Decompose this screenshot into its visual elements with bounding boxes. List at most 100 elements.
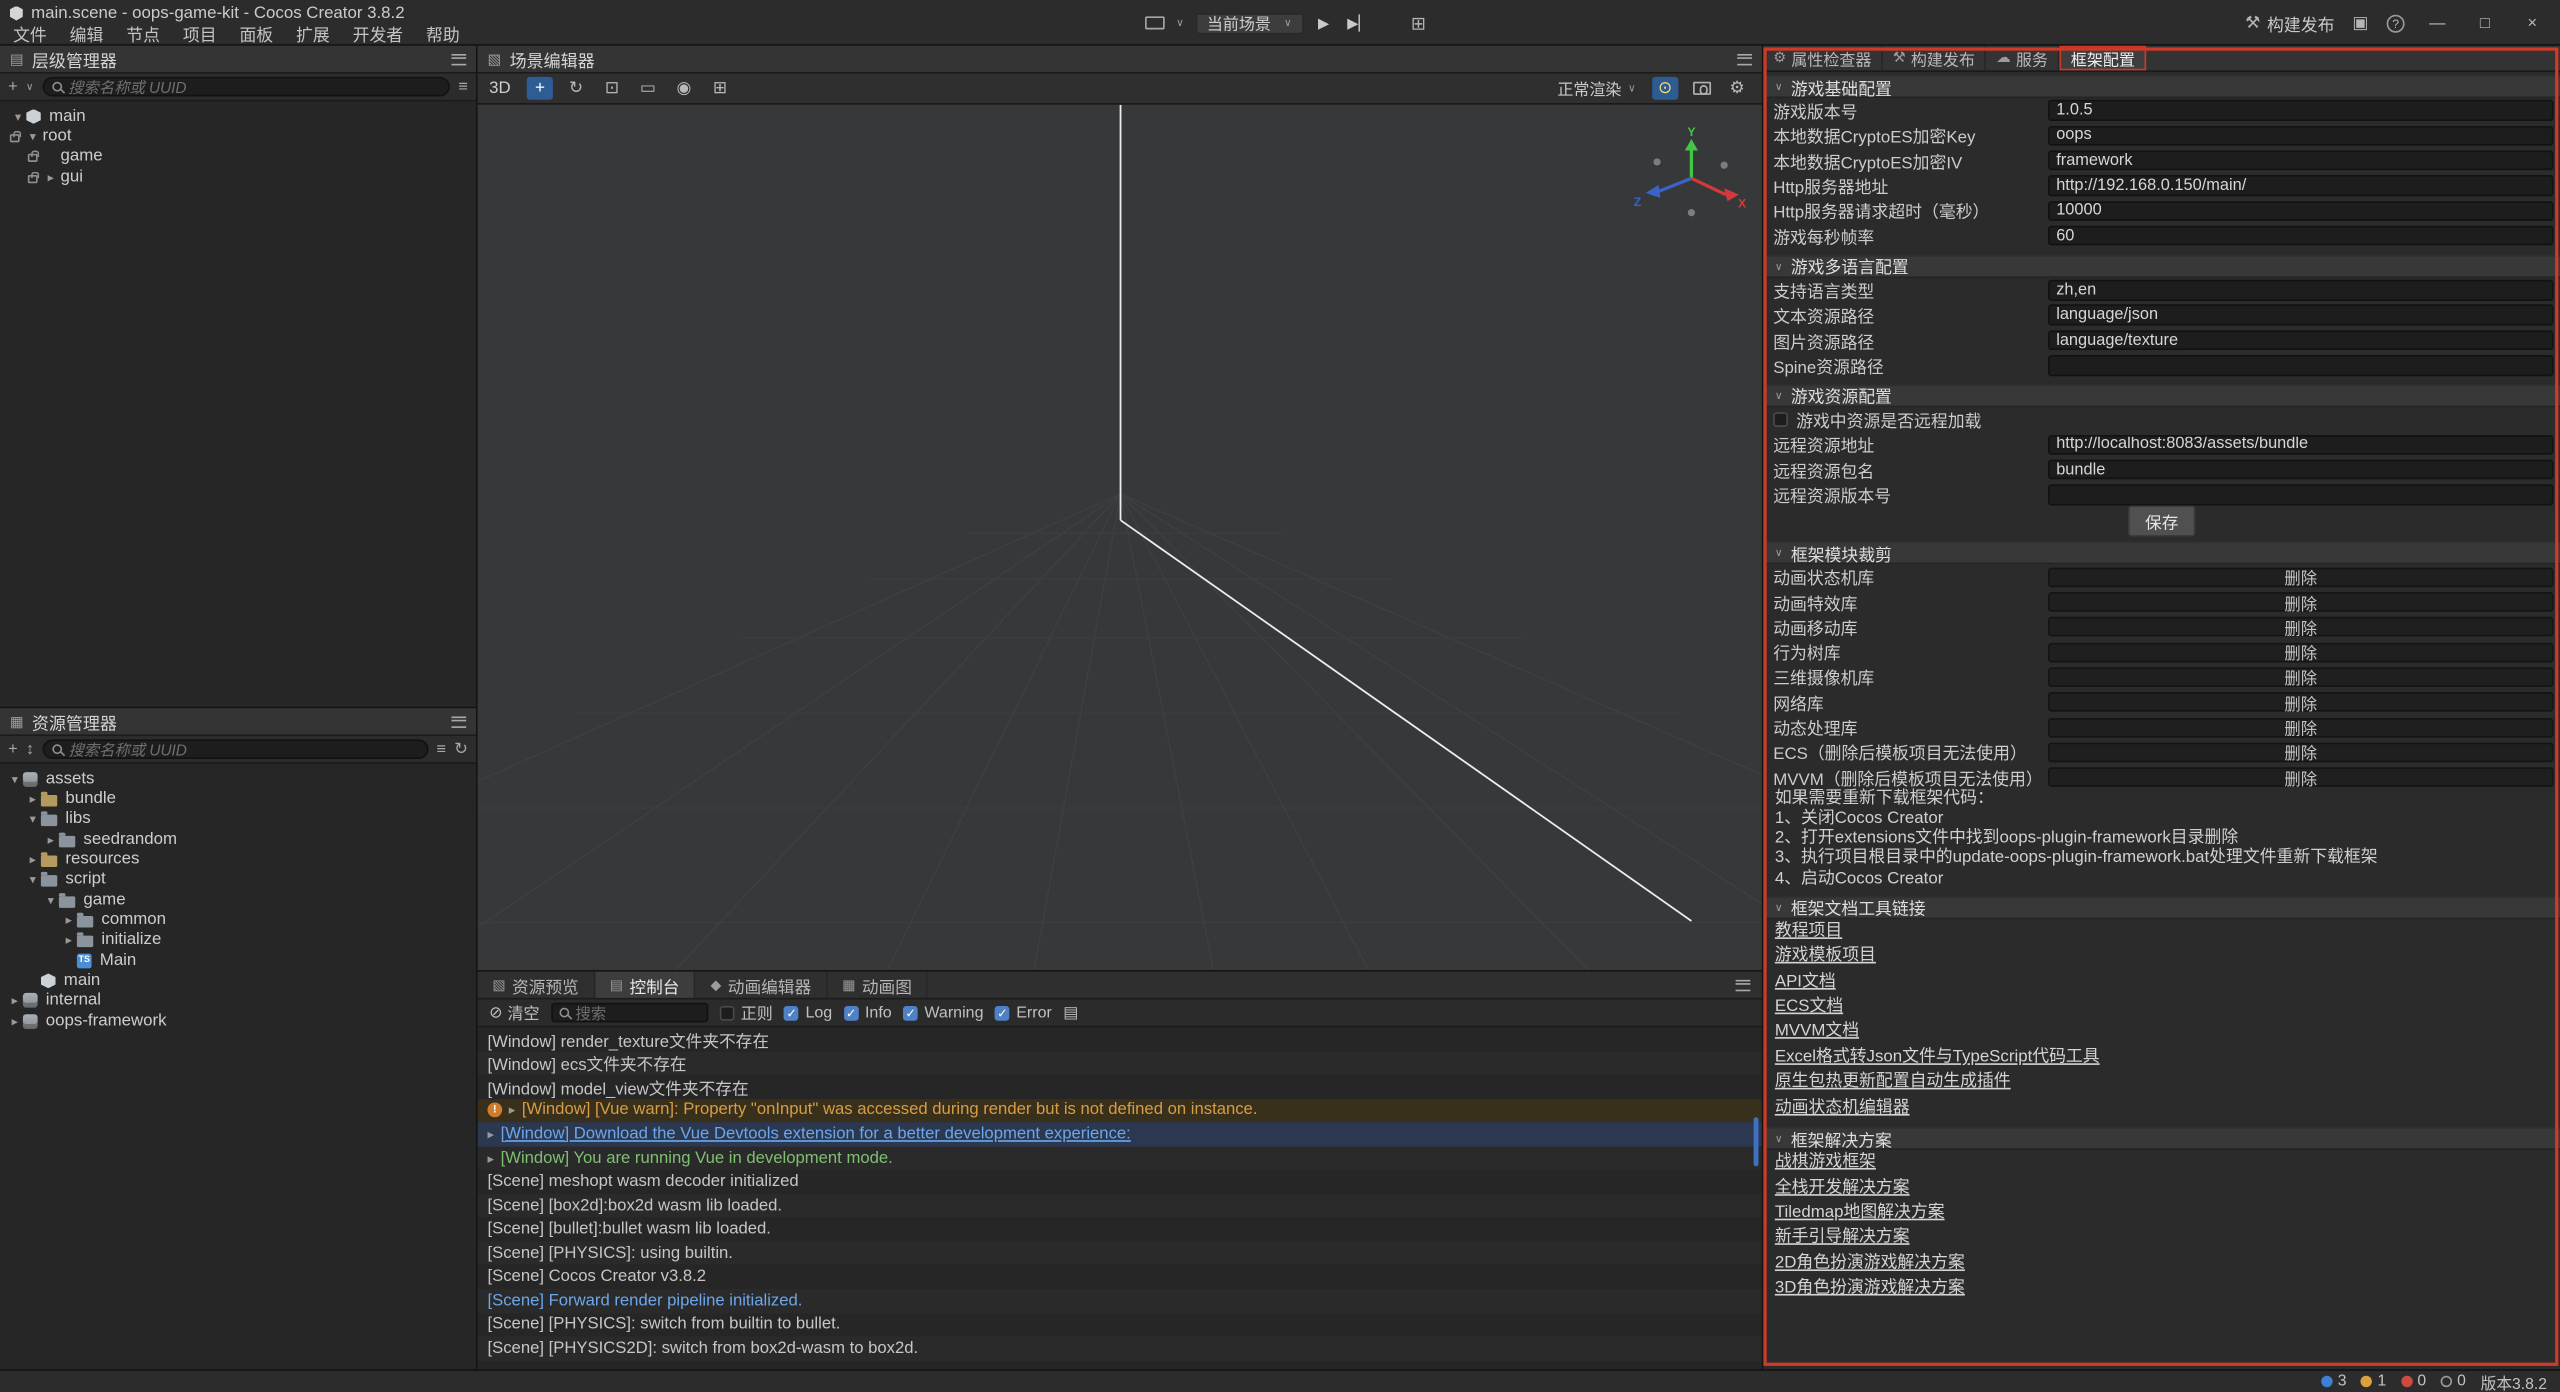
console-search[interactable] bbox=[551, 1003, 708, 1023]
log-row[interactable]: [Window] ecs文件夹不存在 bbox=[478, 1051, 1762, 1075]
menu-item[interactable]: 项目 bbox=[171, 21, 228, 46]
console-search-input[interactable] bbox=[575, 1004, 699, 1022]
delete-button[interactable]: 删除 bbox=[2048, 642, 2553, 662]
property-input[interactable] bbox=[2048, 175, 2553, 195]
delete-button[interactable]: 删除 bbox=[2048, 767, 2553, 787]
device-preview-icon[interactable] bbox=[1145, 16, 1165, 29]
log-row[interactable]: [Scene] meshopt wasm decoder initialized bbox=[478, 1170, 1762, 1194]
filter-icon[interactable]: ≡ bbox=[436, 740, 446, 758]
layout-grid-icon[interactable]: ⊞ bbox=[1411, 12, 1426, 33]
regex-toggle[interactable]: 正则 bbox=[719, 1001, 772, 1024]
log-row[interactable]: [Scene] Forward render pipeline initiali… bbox=[478, 1289, 1762, 1313]
expand-caret-icon[interactable]: ▸ bbox=[487, 1151, 494, 1166]
asset-node[interactable]: ▸bundle bbox=[0, 789, 476, 809]
hierarchy-node[interactable]: ▸gui bbox=[0, 167, 476, 187]
gear-icon[interactable]: ⚙ bbox=[1724, 77, 1750, 100]
solution-link[interactable]: Tiledmap地图解决方案 bbox=[1763, 1201, 1944, 1226]
delete-button[interactable]: 删除 bbox=[2048, 617, 2553, 637]
menu-item[interactable]: 开发者 bbox=[341, 21, 414, 46]
log-row[interactable]: [Scene] [box2d]:box2d wasm lib loaded. bbox=[478, 1194, 1762, 1218]
hierarchy-search[interactable] bbox=[42, 77, 450, 97]
log-row[interactable]: [Scene] [bullet]:bullet wasm lib loaded. bbox=[478, 1218, 1762, 1242]
asset-node[interactable]: ▾script bbox=[0, 870, 476, 890]
property-input[interactable] bbox=[2048, 280, 2553, 300]
log-row[interactable]: [Scene] [PHYSICS2D]: switch from box2d-w… bbox=[478, 1337, 1762, 1361]
caret-icon[interactable]: ▸ bbox=[25, 792, 41, 807]
doc-link[interactable]: 教程项目 bbox=[1763, 919, 1842, 944]
snap-tool-icon[interactable]: ⊞ bbox=[707, 77, 733, 100]
panel-menu-icon[interactable] bbox=[451, 716, 466, 727]
log-row[interactable]: ▸[Window] You are running Vue in develop… bbox=[478, 1146, 1762, 1170]
rotate-tool-icon[interactable]: ↻ bbox=[563, 77, 589, 100]
caret-icon[interactable]: ▸ bbox=[61, 933, 77, 948]
doc-link[interactable]: 游戏模板项目 bbox=[1763, 944, 1876, 969]
log-row[interactable]: [Scene] [PHYSICS]: using builtin. bbox=[478, 1241, 1762, 1265]
asset-node[interactable]: ▾assets bbox=[0, 769, 476, 789]
hierarchy-node[interactable]: ▾main bbox=[0, 106, 476, 126]
panel-menu-icon[interactable] bbox=[1737, 53, 1752, 64]
caret-icon[interactable]: ▸ bbox=[7, 1014, 23, 1029]
property-input[interactable] bbox=[2048, 330, 2553, 350]
warning-checkbox[interactable]: ✓ bbox=[903, 1005, 918, 1020]
console-tab[interactable]: ▧资源预览 bbox=[478, 972, 595, 998]
step-button[interactable]: ▶▏ bbox=[1344, 14, 1373, 32]
inspector-tab[interactable]: ⚒构建发布 bbox=[1883, 46, 1986, 71]
log-checkbox[interactable]: ✓ bbox=[784, 1005, 799, 1020]
property-input[interactable] bbox=[2048, 355, 2553, 375]
menu-item[interactable]: 面板 bbox=[228, 21, 285, 46]
asset-node[interactable]: ▸resources bbox=[0, 850, 476, 870]
play-button[interactable]: ▶ bbox=[1315, 14, 1333, 32]
scene-selector-dropdown[interactable]: 当前场景 ∨ bbox=[1195, 12, 1303, 33]
delete-button[interactable]: 删除 bbox=[2048, 717, 2553, 737]
doc-link[interactable]: Excel格式转Json文件与TypeScript代码工具 bbox=[1763, 1045, 2099, 1070]
asset-node[interactable]: ▾game bbox=[0, 890, 476, 910]
delete-button[interactable]: 删除 bbox=[2048, 742, 2553, 762]
solution-link[interactable]: 2D角色扮演游戏解决方案 bbox=[1763, 1251, 1964, 1276]
refresh-icon[interactable]: ↻ bbox=[454, 740, 468, 758]
section-header-docs[interactable]: ∨ 框架文档工具链接 bbox=[1763, 896, 2560, 919]
property-input[interactable] bbox=[2048, 100, 2553, 120]
caret-icon[interactable]: ▾ bbox=[10, 109, 26, 124]
preview-image-icon[interactable]: ▣ bbox=[2352, 13, 2368, 33]
delete-button[interactable]: 删除 bbox=[2048, 567, 2553, 587]
lighting-toggle-icon[interactable]: ⊙ bbox=[1652, 77, 1678, 100]
log-row[interactable]: [Window] render_texture文件夹不存在 bbox=[478, 1027, 1762, 1051]
console-scrollbar-thumb[interactable] bbox=[1754, 1117, 1759, 1166]
asset-node[interactable]: ▸seedrandom bbox=[0, 829, 476, 849]
close-button[interactable]: × bbox=[2517, 14, 2546, 32]
property-input[interactable] bbox=[2048, 150, 2553, 170]
move-tool-icon[interactable]: + bbox=[527, 77, 553, 100]
filter-info[interactable]: ✓Info bbox=[844, 1004, 892, 1022]
caret-icon[interactable]: ▸ bbox=[61, 913, 77, 928]
filter-icon[interactable]: ≡ bbox=[458, 78, 468, 96]
asset-node[interactable]: TSMain bbox=[0, 951, 476, 971]
delete-button[interactable]: 删除 bbox=[2048, 692, 2553, 712]
log-row[interactable]: [Window] model_view文件夹不存在 bbox=[478, 1075, 1762, 1099]
scene-viewport[interactable]: Y X Z bbox=[478, 105, 1762, 970]
panel-menu-icon[interactable] bbox=[451, 53, 466, 64]
log-row[interactable]: [Scene] Cocos Creator v3.8.2 bbox=[478, 1265, 1762, 1289]
sort-icon[interactable]: ↕ bbox=[26, 740, 34, 758]
hierarchy-search-input[interactable] bbox=[68, 78, 440, 96]
solution-link[interactable]: 战棋游戏框架 bbox=[1763, 1150, 1876, 1175]
regex-checkbox[interactable] bbox=[719, 1005, 734, 1020]
caret-icon[interactable]: ▾ bbox=[43, 893, 59, 908]
property-input[interactable] bbox=[2048, 460, 2553, 480]
info-checkbox[interactable]: ✓ bbox=[844, 1005, 859, 1020]
error-count[interactable]: 0 bbox=[2401, 1372, 2426, 1390]
help-icon[interactable]: ? bbox=[2387, 14, 2405, 32]
filter-error[interactable]: ✓Error bbox=[995, 1004, 1052, 1022]
notification-count[interactable]: 0 bbox=[2441, 1372, 2466, 1390]
caret-icon[interactable]: ▾ bbox=[7, 772, 23, 787]
assets-search-input[interactable] bbox=[68, 740, 418, 758]
menu-item[interactable]: 文件 bbox=[2, 21, 59, 46]
property-input[interactable] bbox=[2048, 201, 2553, 221]
error-checkbox[interactable]: ✓ bbox=[995, 1005, 1010, 1020]
hierarchy-node[interactable]: ▾root bbox=[0, 127, 476, 147]
caret-icon[interactable]: ▾ bbox=[25, 873, 41, 888]
orientation-gizmo[interactable]: Y X Z bbox=[1624, 124, 1748, 229]
section-header-basic[interactable]: ∨ 游戏基础配置 bbox=[1763, 75, 2560, 98]
delete-button[interactable]: 删除 bbox=[2048, 667, 2553, 687]
solution-link[interactable]: 新手引导解决方案 bbox=[1763, 1226, 1909, 1251]
section-header-resources[interactable]: ∨ 游戏资源配置 bbox=[1763, 384, 2560, 407]
